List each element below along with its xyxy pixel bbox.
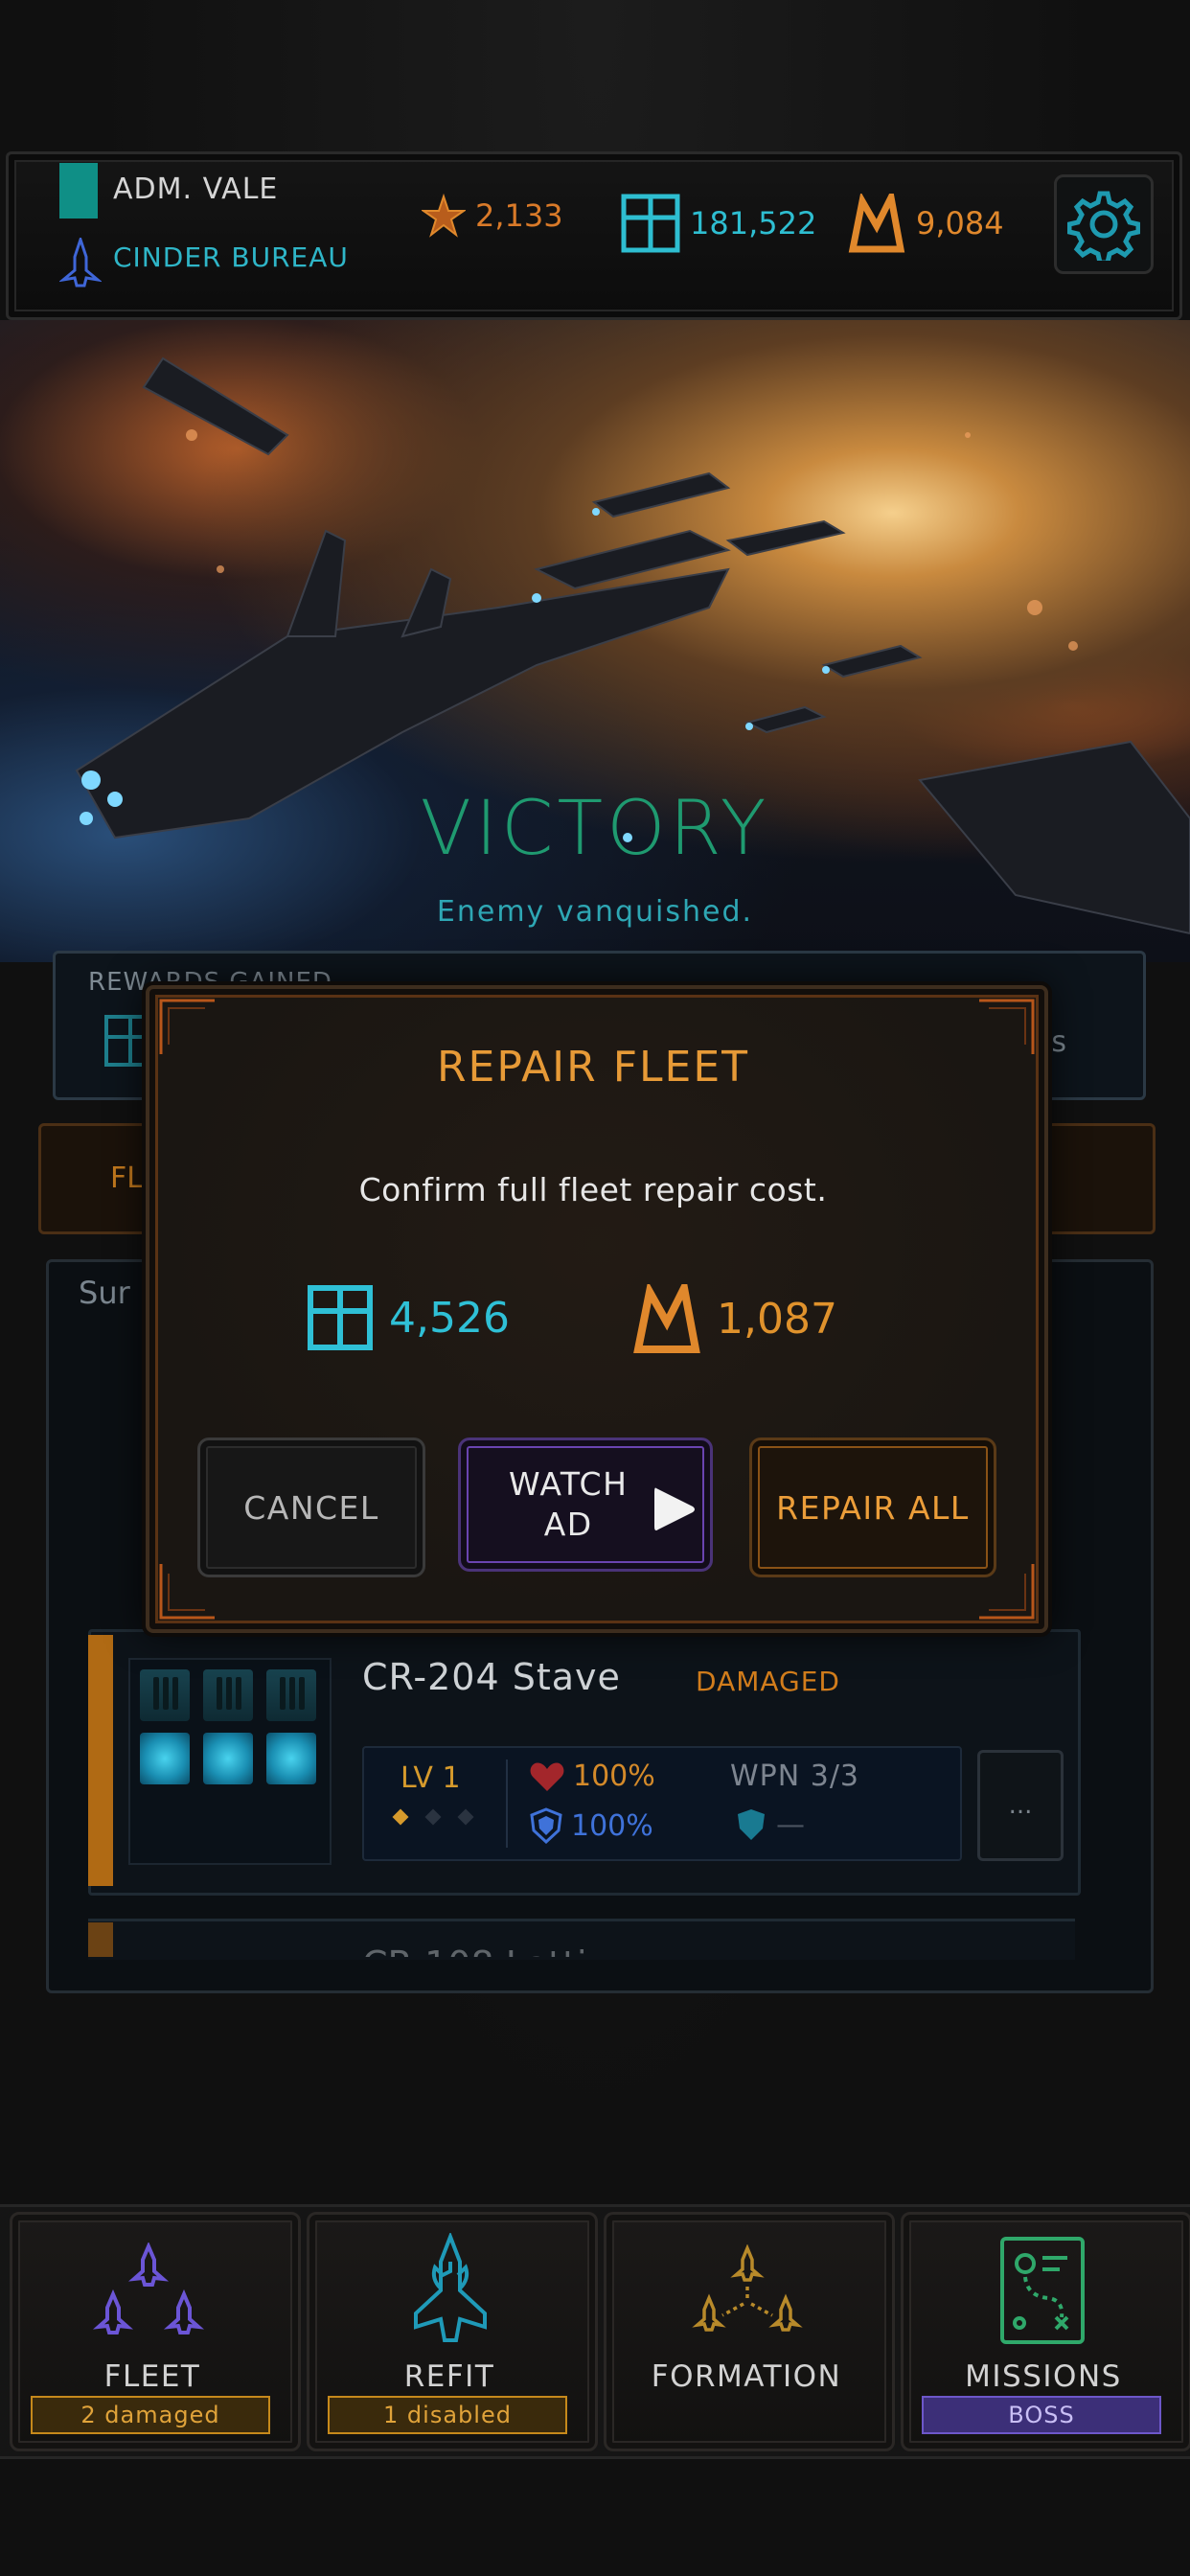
stats-divider: [506, 1760, 508, 1848]
cost-credits-value: 4,526: [389, 1293, 510, 1343]
level-pip: [392, 1808, 409, 1826]
star-icon: [422, 194, 466, 238]
cost-metal-value: 1,087: [717, 1294, 837, 1344]
shield-stat: 100%: [529, 1807, 653, 1844]
mission-map-icon: [1000, 2237, 1085, 2344]
module-stat: —: [736, 1807, 805, 1842]
ship-loadout-thumbnail: [128, 1658, 332, 1865]
nav-badge-fleet: 2 damaged: [31, 2396, 270, 2434]
victory-subtitle: Enemy vanquished.: [436, 895, 754, 929]
repair-cost-metal: 1,087: [632, 1284, 837, 1353]
credits-grid-icon: [621, 194, 680, 253]
credits-value: 181,522: [690, 205, 817, 242]
admiral-name: ADM. VALE: [113, 172, 279, 206]
nav-label-missions: MISSIONS: [965, 2359, 1122, 2394]
ship-card-accent: [88, 1635, 113, 1886]
level-pips: [392, 1808, 474, 1826]
nav-label-refit: REFIT: [403, 2359, 495, 2394]
ship-icon: [59, 238, 102, 288]
repair-cost-credits: 4,526: [307, 1284, 510, 1351]
credits-counter: 181,522: [621, 194, 816, 253]
shield-icon: [530, 1807, 562, 1844]
shield-value: 100%: [571, 1808, 653, 1843]
heart-icon: [530, 1761, 564, 1791]
module-shield-icon: [738, 1809, 765, 1840]
ship-status-badge: DAMAGED: [696, 1666, 840, 1697]
module-value: —: [776, 1807, 805, 1842]
turret-slot: [266, 1669, 316, 1721]
fleet-status-text: FL: [110, 1162, 143, 1195]
nav-label-fleet: FLEET: [103, 2359, 201, 2394]
credits-grid-icon: [308, 1285, 373, 1350]
metal-m-icon: [633, 1284, 700, 1353]
level-pip: [457, 1808, 474, 1826]
metal-value: 9,084: [916, 205, 1004, 242]
hull-stat: 100%: [529, 1760, 655, 1793]
admiral-flag-icon: [59, 163, 98, 218]
module-slot: [203, 1733, 253, 1784]
ship-level: LV 1: [400, 1761, 461, 1795]
next-ship-name: CR-108 Latti: [362, 1944, 587, 1957]
nav-label-formation: FORMATION: [651, 2359, 842, 2394]
modal-description: Confirm full fleet repair cost.: [358, 1171, 828, 1208]
repair-all-button[interactable]: REPAIR ALL: [749, 1438, 996, 1577]
hull-value: 100%: [573, 1760, 655, 1793]
victory-title: VICTORY: [420, 786, 770, 872]
stars-counter: 2,133: [422, 194, 563, 238]
repair-all-label: REPAIR ALL: [776, 1488, 970, 1527]
gear-icon: [1067, 191, 1140, 261]
level-pip: [424, 1808, 442, 1826]
cancel-button-label: CANCEL: [243, 1488, 379, 1527]
turret-slot: [140, 1669, 190, 1721]
ship-more-button[interactable]: ...: [977, 1750, 1064, 1861]
metal-counter: 9,084: [847, 194, 1004, 253]
metal-m-icon: [848, 194, 905, 253]
ship-name: CR-204 Stave: [362, 1656, 621, 1698]
weapons-stat: WPN 3/3: [730, 1760, 860, 1793]
ship-wrench-icon: [414, 2233, 487, 2342]
nav-badge-missions: BOSS: [922, 2396, 1161, 2434]
settings-button[interactable]: [1054, 174, 1154, 274]
next-ship-clip: CR-108 Latti: [88, 1922, 1075, 1957]
stars-value: 2,133: [475, 197, 563, 234]
formation-icon: [692, 2244, 803, 2332]
module-slot: [140, 1733, 190, 1784]
watch-ad-line2: AD: [543, 1506, 593, 1543]
watch-ad-label: WATCH AD: [509, 1464, 628, 1545]
turret-slot: [203, 1669, 253, 1721]
modal-title: REPAIR FLEET: [436, 1043, 750, 1092]
watch-ad-line1: WATCH: [509, 1465, 629, 1503]
fleet-ships-icon: [92, 2242, 205, 2334]
watch-ad-button[interactable]: WATCH AD: [458, 1438, 713, 1572]
nav-badge-refit: 1 disabled: [328, 2396, 567, 2434]
bureau-name: CINDER BUREAU: [113, 242, 349, 273]
module-slot: [266, 1733, 316, 1784]
ship-list-label: Sur: [79, 1275, 130, 1311]
play-icon: [654, 1487, 695, 1530]
cancel-button[interactable]: CANCEL: [197, 1438, 425, 1577]
